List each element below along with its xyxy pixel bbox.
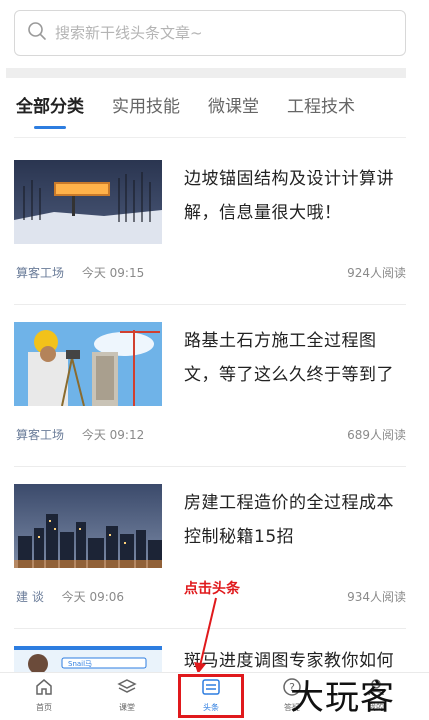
article-title[interactable]: 边坡锚固结构及设计计算讲解，信息量很大哦！ bbox=[184, 162, 409, 230]
article-thumbnail bbox=[14, 160, 162, 244]
annotation-highlight-box bbox=[178, 674, 244, 718]
search-box[interactable] bbox=[14, 10, 406, 56]
home-icon bbox=[36, 679, 52, 695]
annotation-arrow-icon bbox=[194, 597, 217, 674]
active-tab-indicator bbox=[34, 126, 66, 129]
article-read-count: 924人阅读 bbox=[347, 266, 406, 280]
annotation-label: 点击头条 bbox=[184, 581, 240, 597]
search-input[interactable] bbox=[55, 24, 375, 42]
article-meta: 算客工场 今天 09:12 689人阅读 bbox=[16, 426, 406, 443]
watermark-logo: 大玩客 bbox=[290, 678, 395, 718]
article-time: 今天 09:12 bbox=[81, 428, 145, 442]
article-read-count: 689人阅读 bbox=[347, 428, 406, 442]
nav-home-label: 首页 bbox=[36, 703, 52, 712]
nav-classroom[interactable]: 课堂 bbox=[97, 677, 157, 713]
thumb-banner-text: Snail马 bbox=[68, 660, 92, 668]
article-item[interactable]: 路基土石方施工全过程图文，等了这么久终于等到了 算客工场 今天 09:12 68… bbox=[14, 322, 406, 472]
tabs-divider bbox=[14, 137, 406, 138]
search-bar[interactable] bbox=[14, 10, 406, 56]
article-source[interactable]: 算客工场 bbox=[16, 266, 64, 280]
nav-home[interactable]: 首页 bbox=[14, 677, 74, 713]
section-divider-band bbox=[6, 68, 406, 78]
article-meta: 算客工场 今天 09:15 924人阅读 bbox=[16, 264, 406, 281]
article-time: 今天 09:06 bbox=[61, 590, 125, 604]
article-separator bbox=[14, 304, 406, 305]
article-separator bbox=[14, 466, 406, 467]
tab-practical-skills[interactable]: 实用技能 bbox=[112, 92, 180, 132]
article-source[interactable]: 建 谈 bbox=[16, 590, 44, 604]
article-thumbnail bbox=[14, 484, 162, 568]
article-thumbnail bbox=[14, 322, 162, 406]
article-time: 今天 09:15 bbox=[81, 266, 145, 280]
article-title[interactable]: 路基土石方施工全过程图文，等了这么久终于等到了 bbox=[184, 324, 409, 392]
article-read-count: 934人阅读 bbox=[347, 590, 406, 604]
tab-engineering-tech[interactable]: 工程技术 bbox=[287, 92, 355, 132]
layers-icon bbox=[117, 679, 137, 693]
article-source[interactable]: 算客工场 bbox=[16, 428, 64, 442]
nav-classroom-label: 课堂 bbox=[119, 703, 135, 712]
tab-micro-class[interactable]: 微课堂 bbox=[208, 92, 259, 132]
search-icon bbox=[27, 21, 47, 45]
article-thumbnail: Snail马 bbox=[14, 646, 162, 672]
category-tabs: 全部分类 实用技能 微课堂 工程技术 bbox=[16, 92, 406, 132]
article-title[interactable]: 房建工程造价的全过程成本控制秘籍15招 bbox=[184, 486, 409, 554]
article-item[interactable]: 边坡锚固结构及设计计算讲解，信息量很大哦！ 算客工场 今天 09:15 924人… bbox=[14, 160, 406, 310]
